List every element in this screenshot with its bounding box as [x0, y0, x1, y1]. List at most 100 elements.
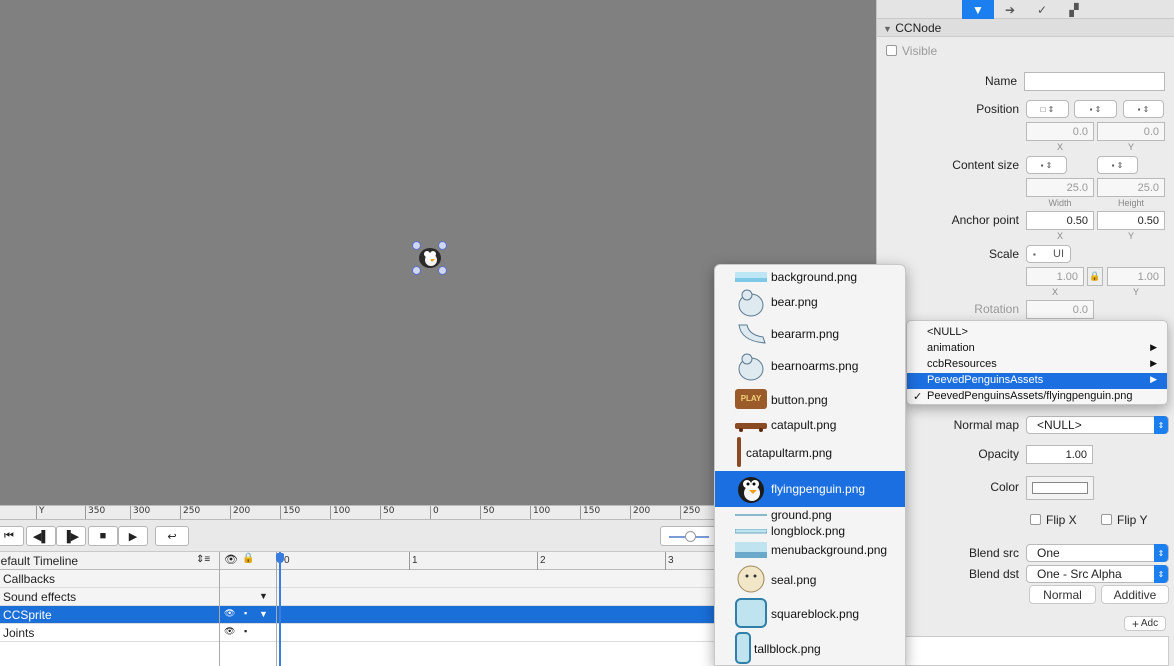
content-width-field[interactable]: 25.0 — [1026, 178, 1094, 197]
asset-item-beararm[interactable]: beararm.png — [715, 317, 905, 349]
anchor-point-label: Anchor point — [951, 213, 1019, 227]
visible-checkbox[interactable] — [886, 45, 897, 56]
path-menu-item-peevedpenguinsassets[interactable]: PeevedPenguinsAssets ▶ — [907, 373, 1167, 389]
color-well[interactable] — [1026, 476, 1094, 500]
path-menu-item-current[interactable]: ✓ PeevedPenguinsAssets/flyingpenguin.png — [907, 389, 1167, 405]
lock-dot-icon[interactable]: ▪ — [244, 608, 247, 618]
scale-x-field[interactable]: 1.00 — [1026, 267, 1084, 286]
flip-x-label: Flip X — [1046, 513, 1077, 527]
slider-knob[interactable] — [685, 531, 696, 542]
scale-y-field[interactable]: 1.00 — [1107, 267, 1165, 286]
plus-icon: + — [1131, 616, 1139, 631]
asset-item-background[interactable]: background.png — [715, 269, 905, 285]
additive-blend-button[interactable]: Additive — [1101, 585, 1169, 604]
node-properties-tab-icon[interactable]: ▼ — [962, 0, 994, 19]
ground-thumbnail-icon — [735, 514, 767, 516]
expand-triangle-icon[interactable]: ▼ — [259, 591, 268, 601]
blend-src-label: Blend src — [968, 546, 1019, 560]
effects-list[interactable] — [887, 636, 1169, 666]
selection-handle-top-left[interactable] — [412, 241, 421, 250]
go-to-start-button[interactable]: ⏮ — [0, 526, 24, 546]
physics-tab-icon[interactable]: ✓ — [1026, 0, 1058, 19]
timeline-selector[interactable]: Default Timeline — [0, 554, 78, 568]
timeline-menu-icon[interactable]: ⇕≡ — [196, 554, 210, 565]
asset-item-button[interactable]: PLAY button.png — [715, 383, 905, 415]
asset-item-catapultarm[interactable]: catapultarm.png — [715, 435, 905, 469]
position-y-unit-stepper[interactable]: ▪ ⇕ — [1123, 100, 1164, 118]
asset-item-longblock[interactable]: longblock.png — [715, 524, 905, 540]
stop-button[interactable]: ■ — [88, 526, 118, 546]
selection-handle-top-right[interactable] — [438, 241, 447, 250]
rotation-field[interactable]: 0.0 — [1026, 300, 1094, 319]
asset-item-seal[interactable]: seal.png — [715, 563, 905, 595]
position-y-field[interactable]: 0.0 — [1097, 122, 1165, 141]
scale-lock-icon[interactable]: 🔒 — [1087, 267, 1103, 286]
blend-dst-dropdown[interactable]: One - Src Alpha ⇕ — [1026, 565, 1169, 583]
asset-item-ground[interactable]: ground.png — [715, 508, 905, 524]
name-field[interactable] — [1024, 72, 1165, 91]
path-menu-item-null[interactable]: <NULL> — [907, 325, 1167, 341]
asset-label: ground.png — [771, 508, 832, 522]
path-menu-item-animation[interactable]: animation ▶ — [907, 341, 1167, 357]
scale-type-segmented[interactable]: ▪ UI — [1026, 245, 1071, 263]
timeline-zoom-slider[interactable] — [660, 526, 720, 546]
playhead-handle[interactable] — [276, 553, 284, 563]
name-label: Name — [984, 74, 1017, 88]
eye-icon[interactable]: 👁 — [224, 608, 235, 619]
y-caption: Y — [1127, 142, 1134, 152]
timeline-playhead[interactable] — [279, 552, 281, 666]
asset-item-squareblock[interactable]: squareblock.png — [715, 597, 905, 629]
timeline-second-label: 1 — [412, 555, 418, 566]
eye-icon[interactable]: 👁 — [224, 553, 238, 566]
templates-tab-icon[interactable]: ▞ — [1058, 0, 1090, 19]
position-x-unit-stepper[interactable]: ▪ ⇕ — [1074, 100, 1117, 118]
path-menu-item-ccbresources[interactable]: ccbResources ▶ — [907, 357, 1167, 373]
flip-y-checkbox[interactable] — [1101, 514, 1112, 525]
asset-item-catapult[interactable]: catapult.png — [715, 415, 905, 435]
loop-button[interactable]: ↩ — [155, 526, 189, 546]
normal-map-label: Normal map — [953, 418, 1019, 432]
menubackground-thumbnail-icon — [735, 542, 767, 558]
lock-dot-icon[interactable]: ▪ — [244, 626, 247, 636]
ruler-label: 200 — [629, 506, 651, 519]
blend-src-value: One — [1037, 546, 1060, 560]
flip-x-checkbox[interactable] — [1030, 514, 1041, 525]
blend-src-dropdown[interactable]: One ⇕ — [1026, 544, 1169, 562]
asset-item-bearnoarms[interactable]: bearnoarms.png — [715, 349, 905, 381]
normal-blend-button[interactable]: Normal — [1029, 585, 1096, 604]
lock-icon[interactable]: 🔒 — [242, 553, 254, 564]
asset-item-bear[interactable]: bear.png — [715, 285, 905, 317]
opacity-field[interactable]: 1.00 — [1026, 445, 1093, 464]
step-forward-button[interactable]: ▐▶ — [56, 526, 86, 546]
bear-thumbnail-icon — [738, 289, 764, 317]
content-height-unit-stepper[interactable]: ▪ ⇕ — [1097, 156, 1138, 174]
asset-label: catapultarm.png — [746, 446, 833, 460]
content-height-field[interactable]: 25.0 — [1097, 178, 1165, 197]
asset-item-tallblock[interactable]: tallblock.png — [715, 631, 905, 665]
position-x-field[interactable]: 0.0 — [1026, 122, 1094, 141]
normal-map-dropdown[interactable]: <NULL> ⇕ — [1026, 416, 1169, 434]
ruler-label: 100 — [529, 506, 551, 519]
ccnode-section-header[interactable]: ▼ CCNode — [877, 19, 1174, 37]
position-type-stepper[interactable]: □ ⇕ — [1026, 100, 1069, 118]
selection-handle-bottom-right[interactable] — [438, 266, 447, 275]
dropdown-arrow-icon: ⇕ — [1154, 416, 1168, 434]
asset-item-flyingpenguin[interactable]: flyingpenguin.png — [715, 471, 905, 507]
step-back-button[interactable]: ◀▌ — [26, 526, 56, 546]
code-connections-tab-icon[interactable]: ➔ — [994, 0, 1026, 19]
selection-handle-bottom-left[interactable] — [412, 266, 421, 275]
eye-icon[interactable]: 👁 — [224, 626, 235, 637]
asset-item-menubackground[interactable]: menubackground.png — [715, 540, 905, 560]
play-button[interactable]: ▶ — [118, 526, 148, 546]
expand-triangle-icon[interactable]: ▼ — [259, 609, 268, 619]
width-caption: Width — [1048, 198, 1072, 208]
dropdown-arrow-icon: ⇕ — [1154, 544, 1168, 562]
x-caption: X — [1056, 231, 1063, 241]
add-effect-button[interactable]: + Adc — [1124, 616, 1166, 631]
submenu-arrow-icon: ▶ — [1150, 374, 1157, 384]
anchor-x-field[interactable]: 0.50 — [1026, 211, 1094, 230]
submenu-arrow-icon: ▶ — [1150, 342, 1157, 352]
anchor-y-field[interactable]: 0.50 — [1097, 211, 1165, 230]
content-width-unit-stepper[interactable]: ▪ ⇕ — [1026, 156, 1067, 174]
squareblock-thumbnail-icon — [735, 598, 767, 628]
